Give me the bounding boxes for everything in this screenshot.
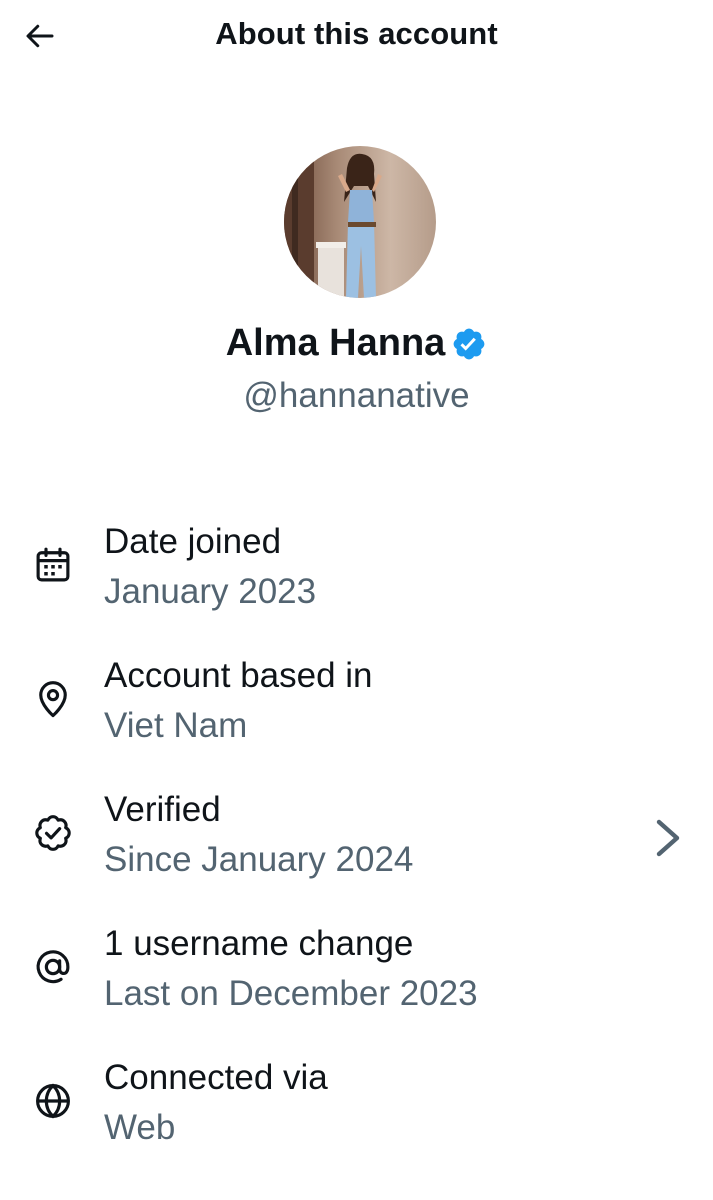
chevron-right-icon[interactable] [653, 818, 683, 858]
connected-via-label: Connected via [104, 1058, 328, 1097]
verified-value: Since January 2024 [104, 840, 414, 879]
profile-name-row: Alma Hanna [0, 322, 713, 365]
username-changes-label: 1 username change [104, 924, 414, 963]
list-item-account-location: Account based in Viet Nam [0, 650, 713, 784]
avatar[interactable] [284, 146, 436, 298]
username-changes-value: Last on December 2023 [104, 974, 478, 1013]
username-handle: @hannanative [243, 376, 470, 415]
calendar-icon [36, 547, 70, 582]
list-item-verified[interactable]: Verified Since January 2024 [0, 784, 713, 918]
at-sign-icon [36, 950, 70, 984]
globe-icon [36, 1083, 70, 1119]
date-joined-label: Date joined [104, 522, 282, 561]
page-title: About this account [215, 16, 498, 51]
top-bar: About this account [0, 0, 713, 72]
account-location-label: Account based in [104, 656, 373, 695]
display-name: Alma Hanna [225, 322, 446, 364]
list-item-connected-via: Connected via Web [0, 1052, 713, 1186]
list-item-date-joined: Date joined January 2023 [0, 516, 713, 650]
verified-badge-outline-icon [35, 815, 71, 851]
date-joined-value: January 2023 [104, 572, 317, 611]
verified-label: Verified [104, 790, 221, 829]
account-info-list: Date joined January 2023 Account based i… [0, 516, 713, 1186]
account-location-value: Viet Nam [104, 706, 248, 745]
connected-via-value: Web [104, 1108, 176, 1147]
list-item-username-changes: 1 username change Last on December 2023 [0, 918, 713, 1052]
profile-photo [284, 146, 436, 298]
location-pin-icon [39, 681, 67, 718]
verified-badge-icon [451, 326, 487, 362]
